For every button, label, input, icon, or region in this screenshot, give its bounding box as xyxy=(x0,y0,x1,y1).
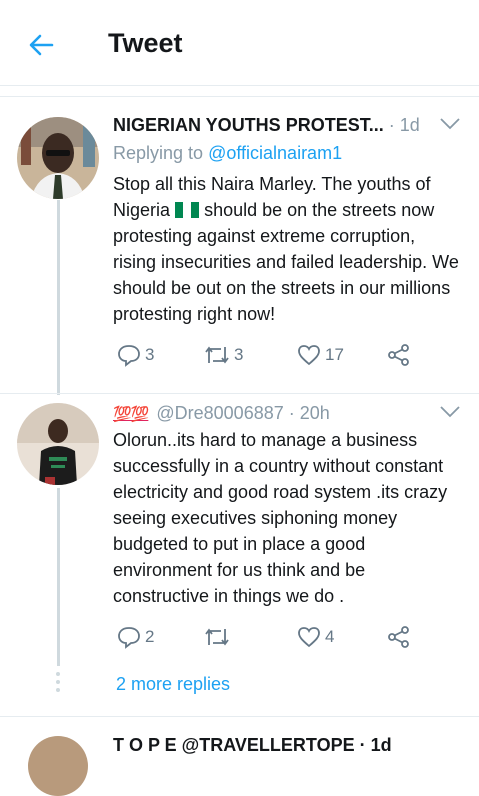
share-icon xyxy=(388,344,409,366)
thread-line xyxy=(57,488,60,666)
share-button[interactable] xyxy=(386,343,412,367)
heart-icon xyxy=(298,345,320,366)
retweet-icon xyxy=(205,346,229,364)
retweet-button[interactable]: 3 xyxy=(203,343,243,367)
divider xyxy=(0,96,479,97)
avatar[interactable] xyxy=(28,736,88,796)
hundred-points-icon: 💯💯 xyxy=(113,406,149,423)
more-replies-dots xyxy=(55,672,61,696)
top-bar: Tweet xyxy=(0,0,479,86)
reply-button[interactable]: 3 xyxy=(116,343,154,367)
heart-icon xyxy=(298,627,320,648)
like-button[interactable]: 4 xyxy=(296,625,334,649)
share-button[interactable] xyxy=(386,625,412,649)
thread-line xyxy=(57,200,60,395)
more-replies-link[interactable]: 2 more replies xyxy=(116,674,230,695)
comment-icon xyxy=(118,627,140,649)
nigeria-flag-icon xyxy=(175,199,200,218)
avatar[interactable] xyxy=(17,117,99,199)
share-icon xyxy=(388,626,409,648)
replying-to: Replying to @officialnairam1 xyxy=(113,143,343,163)
retweet-button[interactable] xyxy=(203,625,234,649)
reply-button[interactable]: 2 xyxy=(116,625,154,649)
reply-handle-link[interactable]: @officialnairam1 xyxy=(208,143,342,163)
like-button[interactable]: 17 xyxy=(296,343,344,367)
comment-icon xyxy=(118,345,140,367)
tweet-author[interactable]: 💯💯 @Dre80006887 · 20h xyxy=(113,403,330,424)
divider xyxy=(0,393,479,394)
tweet-text: Stop all this Naira Marley. The youths o… xyxy=(113,174,459,324)
page-title: Tweet xyxy=(108,28,183,58)
chevron-down-icon[interactable] xyxy=(439,117,461,131)
tweet-text: Olorun..its hard to manage a business su… xyxy=(113,430,448,606)
divider xyxy=(0,716,479,717)
tweet-author[interactable]: NIGERIAN YOUTHS PROTEST... · 1d xyxy=(113,115,420,136)
arrow-left-icon[interactable] xyxy=(26,30,56,60)
tweet-author[interactable]: T O P E @TRAVELLERTOPE · 1d xyxy=(113,735,392,756)
retweet-icon xyxy=(205,628,229,646)
chevron-down-icon[interactable] xyxy=(439,405,461,419)
avatar[interactable] xyxy=(17,403,99,485)
